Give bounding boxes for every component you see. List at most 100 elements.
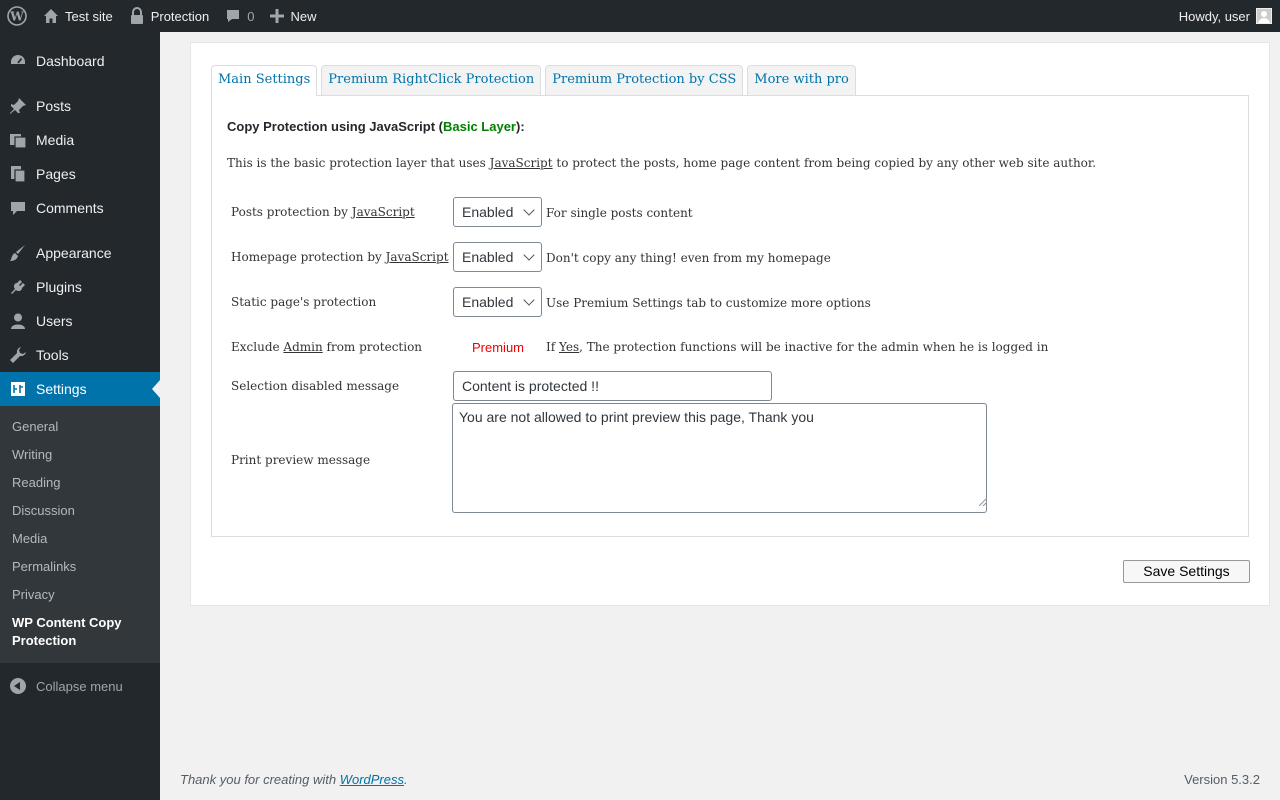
selection-disabled-message-input[interactable] (453, 371, 772, 401)
my-account-link[interactable]: Howdy, user (1171, 0, 1280, 32)
intro-text-a: This is the basic protection layer that … (227, 156, 490, 170)
home-icon (44, 9, 58, 23)
chevron-down-icon (523, 294, 535, 306)
posts-protection-select[interactable]: Enabled (453, 197, 542, 227)
settings-icon (8, 379, 28, 399)
pin-icon (8, 96, 28, 116)
sidebar-item-users[interactable]: Users (0, 304, 160, 338)
exclude-desc-b: , The protection functions will be inact… (579, 340, 1049, 354)
heading-suffix: ): (516, 119, 525, 134)
print-preview-message-textarea[interactable]: You are not allowed to print preview thi… (452, 403, 987, 513)
plug-icon (8, 277, 28, 297)
exclude-admin-text-b: from protection (322, 340, 423, 354)
sidebar-item-posts[interactable]: Posts (0, 89, 160, 123)
new-label: New (290, 8, 317, 24)
homepage-protection-value: Enabled (462, 249, 514, 265)
submenu-general[interactable]: General (0, 413, 160, 441)
sidebar-item-plugins[interactable]: Plugins (0, 270, 160, 304)
tab-premium-rightclick-protection[interactable]: Premium RightClick Protection (321, 65, 542, 95)
resize-grip-icon[interactable] (979, 498, 987, 506)
new-content-link[interactable]: New (262, 0, 324, 32)
admin-sidebar: Dashboard Posts Media Pages Comments App… (0, 32, 160, 800)
exclude-admin-link: Admin (283, 340, 323, 354)
comment-icon (8, 198, 28, 218)
print-preview-label: Print preview message (231, 453, 371, 467)
comment-icon (227, 10, 240, 22)
posts-protection-label: Posts protection by JavaScript (231, 205, 415, 219)
settings-wrap: Main Settings Premium RightClick Protect… (190, 42, 1270, 606)
posts-protection-label-text: Posts protection by (231, 205, 352, 219)
protection-label: Protection (150, 8, 210, 24)
sidebar-label-posts: Posts (36, 98, 72, 114)
collapse-arrow-icon (10, 678, 26, 694)
brush-icon (8, 243, 28, 263)
submenu-reading[interactable]: Reading (0, 469, 160, 497)
premium-badge[interactable]: Premium (472, 340, 524, 355)
intro-text: This is the basic protection layer that … (227, 156, 1096, 170)
submenu-media[interactable]: Media (0, 525, 160, 553)
footer-version: Version 5.3.2 (1184, 772, 1260, 787)
sidebar-label-pages: Pages (36, 166, 76, 182)
site-name-label: Test site (65, 8, 113, 24)
intro-javascript-link: JavaScript (489, 156, 553, 170)
save-settings-button[interactable]: Save Settings (1123, 560, 1250, 583)
homepage-protection-select[interactable]: Enabled (453, 242, 542, 272)
sidebar-label-comments: Comments (36, 200, 104, 216)
media-icon (8, 130, 28, 150)
wordpress-logo-button[interactable]: W (0, 0, 35, 32)
submenu-wp-content-copy-protection[interactable]: WP Content Copy Protection (0, 609, 160, 655)
submenu-permalinks[interactable]: Permalinks (0, 553, 160, 581)
sidebar-item-comments[interactable]: Comments (0, 191, 160, 225)
sidebar-label-plugins: Plugins (36, 279, 82, 295)
chevron-down-icon (523, 249, 535, 261)
collapse-menu-label: Collapse menu (36, 678, 123, 694)
tab-more-with-pro[interactable]: More with pro (747, 65, 856, 95)
section-heading: Copy Protection using JavaScript (Basic … (227, 119, 525, 134)
settings-tabs: Main Settings Premium RightClick Protect… (211, 65, 860, 96)
collapse-menu-button[interactable]: Collapse menu (0, 669, 160, 703)
tab-main-settings[interactable]: Main Settings (211, 65, 318, 96)
submenu-discussion[interactable]: Discussion (0, 497, 160, 525)
protection-link[interactable]: Protection (121, 0, 218, 32)
posts-protection-javascript-link: JavaScript (351, 205, 415, 219)
dashboard-icon (8, 51, 28, 71)
sidebar-label-tools: Tools (36, 347, 69, 363)
static-page-protection-value: Enabled (462, 294, 514, 310)
sidebar-item-media[interactable]: Media (0, 123, 160, 157)
tab-premium-protection-css[interactable]: Premium Protection by CSS (545, 65, 744, 95)
sidebar-label-dashboard: Dashboard (36, 53, 105, 69)
sidebar-label-media: Media (36, 132, 75, 148)
footer-thanks-text: Thank you for creating with (180, 772, 340, 787)
static-page-protection-select[interactable]: Enabled (453, 287, 542, 317)
submenu-writing[interactable]: Writing (0, 441, 160, 469)
sidebar-item-pages[interactable]: Pages (0, 157, 160, 191)
sidebar-item-appearance[interactable]: Appearance (0, 236, 160, 270)
heading-basic-layer: Basic Layer (443, 119, 516, 134)
posts-protection-desc: For single posts content (546, 206, 693, 220)
sidebar-item-settings[interactable]: Settings (0, 372, 160, 406)
wrench-icon (8, 345, 28, 365)
sidebar-item-tools[interactable]: Tools (0, 338, 160, 372)
sidebar-item-dashboard[interactable]: Dashboard (0, 44, 160, 78)
svg-text:W: W (9, 10, 24, 24)
user-icon (8, 311, 28, 331)
exclude-admin-text-a: Exclude (231, 340, 284, 354)
homepage-protection-javascript-link: JavaScript (385, 250, 449, 264)
sidebar-label-appearance: Appearance (36, 245, 112, 261)
comments-count: 0 (247, 8, 255, 24)
posts-protection-value: Enabled (462, 204, 514, 220)
intro-text-b: to protect the posts, home page content … (552, 156, 1097, 170)
sidebar-label-users: Users (36, 313, 73, 329)
comments-link[interactable]: 0 (217, 0, 262, 32)
homepage-protection-label-text: Homepage protection by (231, 250, 386, 264)
submenu-privacy[interactable]: Privacy (0, 581, 160, 609)
exclude-admin-label: Exclude Admin from protection (231, 340, 422, 354)
sidebar-label-settings: Settings (36, 381, 87, 397)
homepage-protection-desc: Don't copy any thing! even from my homep… (546, 251, 831, 265)
site-name-link[interactable]: Test site (35, 0, 121, 32)
static-page-protection-label: Static page's protection (231, 295, 377, 309)
wordpress-link[interactable]: WordPress (340, 772, 404, 787)
howdy-label: Howdy, user (1178, 8, 1250, 24)
homepage-protection-label: Homepage protection by JavaScript (231, 250, 449, 264)
wordpress-icon: W (7, 6, 27, 26)
